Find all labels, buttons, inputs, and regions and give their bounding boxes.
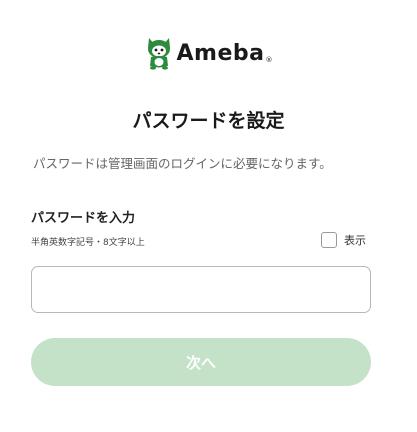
ameba-mascot-icon: [147, 38, 170, 70]
password-field-hint: 半角英数字記号・8文字以上: [31, 238, 145, 248]
page-title: パスワードを設定: [132, 110, 285, 132]
registered-mark: ®: [265, 56, 273, 64]
show-password-label: 表示: [344, 234, 366, 247]
password-field-label: パスワードを入力: [31, 211, 136, 226]
show-password-checkbox[interactable]: [321, 232, 337, 248]
next-button[interactable]: 次へ: [31, 338, 371, 386]
password-input[interactable]: [31, 266, 371, 313]
page-description: パスワードは管理画面のログインに必要になります。: [33, 156, 332, 171]
show-password-toggle[interactable]: 表示: [321, 232, 366, 248]
ameba-wordmark: Ameba: [176, 40, 265, 66]
ameba-logo: Ameba ®: [0, 36, 417, 70]
